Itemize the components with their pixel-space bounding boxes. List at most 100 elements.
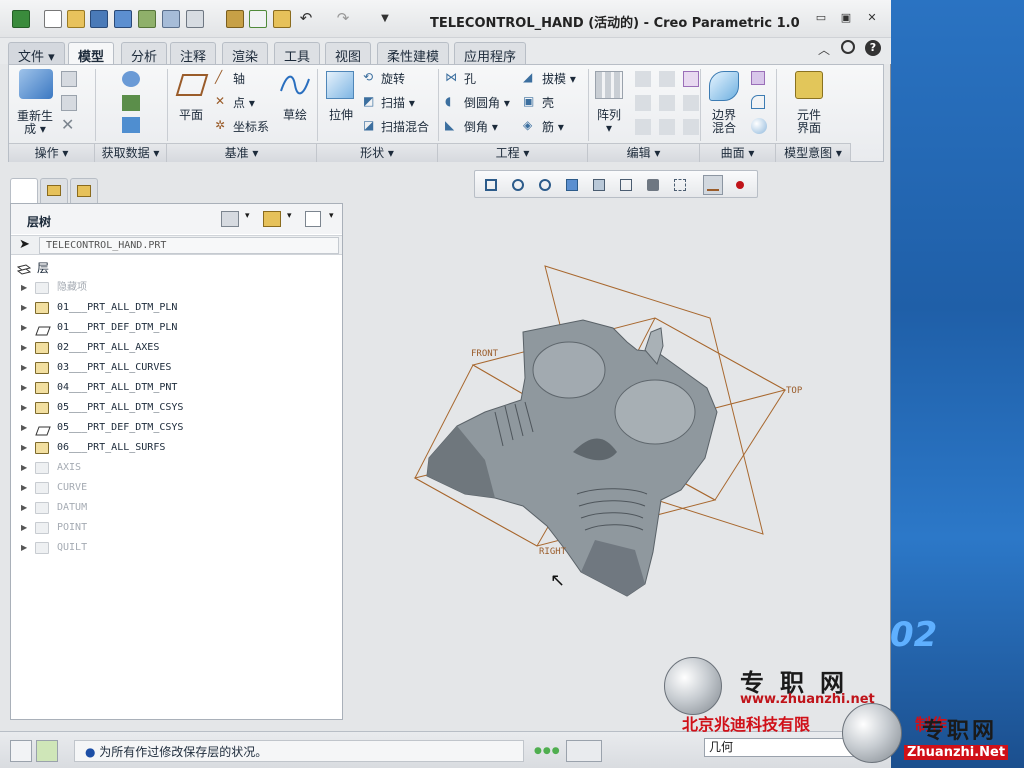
delete-icon[interactable]: ✕	[61, 117, 77, 133]
model-tree-tab-icon[interactable]	[10, 178, 38, 204]
style-icon[interactable]	[751, 118, 767, 134]
tree-row[interactable]: ▶ 01___PRT_DEF_DTM_PLN	[11, 318, 342, 338]
tree-row[interactable]: ▶ 03___PRT_ALL_CURVES	[11, 358, 342, 378]
sweep-label[interactable]: 扫描 ▾	[381, 94, 415, 111]
sweep-icon[interactable]: ◩	[363, 94, 374, 108]
boundary-blend-icon[interactable]	[709, 71, 739, 101]
spin-center-icon[interactable]	[730, 175, 750, 195]
pattern-label[interactable]: 阵列 ▾	[589, 109, 629, 135]
revolve-label[interactable]: 旋转	[381, 70, 405, 87]
extrude-icon[interactable]	[326, 71, 354, 99]
expand-arrow-icon[interactable]: ▶	[21, 538, 27, 558]
boundary-blend-label[interactable]: 边界 混合	[703, 109, 745, 135]
tree-row[interactable]: ▶ 02___PRT_ALL_AXES	[11, 338, 342, 358]
copy-icon[interactable]	[61, 71, 77, 87]
edit-icon[interactable]	[226, 10, 244, 28]
swept-blend-label[interactable]: 扫描混合	[381, 118, 429, 135]
expand-arrow-icon[interactable]: ▶	[21, 338, 27, 358]
repaint-icon[interactable]	[562, 175, 582, 195]
minimize-button[interactable]: ▭	[814, 12, 828, 24]
tab-flexible-modeling[interactable]: 柔性建模	[377, 42, 450, 65]
tab-applications[interactable]: 应用程序	[454, 42, 527, 65]
navigator-toggle-icon[interactable]	[10, 740, 32, 762]
datum-display-icon[interactable]	[703, 175, 723, 195]
chevron-down-icon[interactable]: ▾	[329, 211, 334, 221]
tab-view[interactable]: 视图	[325, 42, 372, 65]
graphics-window[interactable]: FRONT TOP RIGHT ↖	[345, 200, 889, 730]
refit-icon[interactable]	[481, 175, 501, 195]
group-datum[interactable]: 基准 ▾	[167, 143, 317, 162]
merge-icon[interactable]	[683, 71, 699, 87]
expand-arrow-icon[interactable]: ▶	[21, 478, 27, 498]
project-icon[interactable]	[683, 119, 699, 135]
group-surfaces[interactable]: 曲面 ▾	[700, 143, 776, 162]
selection-tool-icon[interactable]	[566, 740, 602, 762]
tab-tools[interactable]: 工具	[274, 42, 321, 65]
regenerate-big-icon[interactable]	[19, 69, 53, 99]
group-engineering[interactable]: 工程 ▾	[438, 143, 588, 162]
tree-row[interactable]: ▶ CURVE	[11, 478, 342, 498]
top-datum-label[interactable]: TOP	[786, 386, 802, 396]
intersect-icon[interactable]	[683, 95, 699, 111]
undo-icon[interactable]: ↶	[297, 10, 315, 28]
zoom-in-icon[interactable]	[508, 175, 528, 195]
axis-icon[interactable]: ╱	[215, 70, 222, 84]
sketch-label[interactable]: 草绘	[273, 109, 317, 122]
expand-arrow-icon[interactable]: ▶	[21, 378, 27, 398]
open-folder-icon[interactable]	[67, 10, 85, 28]
layer-menu-icon[interactable]	[221, 211, 239, 227]
revolve-icon[interactable]: ⟲	[363, 70, 373, 84]
chevron-down-icon[interactable]: ▾	[245, 211, 250, 221]
expand-arrow-icon[interactable]: ▶	[21, 398, 27, 418]
save-copy-icon[interactable]	[114, 10, 132, 28]
freestyle-icon[interactable]	[751, 71, 765, 85]
maximize-button[interactable]: ▣	[839, 12, 853, 24]
hole-label[interactable]: 孔	[464, 70, 476, 87]
chamfer-label[interactable]: 倒角 ▾	[464, 118, 498, 135]
expand-arrow-icon[interactable]: ▶	[21, 358, 27, 378]
tab-analysis[interactable]: 分析	[121, 42, 168, 65]
saved-views-icon[interactable]	[616, 175, 636, 195]
customize-dropdown-icon[interactable]: ▼	[376, 10, 394, 28]
shell-label[interactable]: 壳	[542, 94, 554, 111]
display-style-icon[interactable]	[589, 175, 609, 195]
chevron-down-icon[interactable]: ▾	[287, 211, 292, 221]
tab-annotate[interactable]: 注释	[170, 42, 217, 65]
new-file-icon[interactable]	[44, 10, 62, 28]
tab-model[interactable]: 模型	[68, 42, 115, 65]
help-icon[interactable]: ?	[865, 40, 881, 56]
tab-render[interactable]: 渲染	[222, 42, 269, 65]
draft-label[interactable]: 拔模 ▾	[542, 70, 576, 87]
window-dropdown-icon[interactable]	[186, 10, 204, 28]
shell-icon[interactable]: ▣	[523, 94, 534, 108]
close-button[interactable]: ✕	[865, 12, 879, 24]
right-datum-label[interactable]: RIGHT	[539, 547, 566, 557]
solidify-icon[interactable]	[659, 119, 675, 135]
model-viewport[interactable]	[345, 200, 889, 730]
search-icon[interactable]	[841, 40, 855, 54]
mirror-icon[interactable]	[635, 71, 651, 87]
expand-arrow-icon[interactable]: ▶	[21, 418, 27, 438]
expand-arrow-icon[interactable]: ▶	[21, 518, 27, 538]
tree-root[interactable]: 层	[11, 258, 342, 278]
perspective-icon[interactable]	[670, 175, 690, 195]
redo-icon[interactable]: ↷	[334, 10, 352, 28]
csys-icon[interactable]: ✲	[215, 118, 225, 132]
tree-row[interactable]: ▶ POINT	[11, 518, 342, 538]
folder-browser-tab-icon[interactable]	[40, 178, 68, 204]
tree-row[interactable]: ▶ DATUM	[11, 498, 342, 518]
copy-geometry-icon[interactable]	[122, 95, 140, 111]
regenerate-icon[interactable]	[138, 10, 156, 28]
group-operations[interactable]: 操作 ▾	[9, 143, 95, 162]
component-interface-label[interactable]: 元件 界面	[785, 109, 833, 135]
browser-toggle-icon[interactable]	[36, 740, 58, 762]
tree-row[interactable]: ▶ 06___PRT_ALL_SURFS	[11, 438, 342, 458]
view-manager-icon[interactable]	[643, 175, 663, 195]
expand-arrow-icon[interactable]: ▶	[21, 278, 27, 298]
offset-icon[interactable]	[659, 95, 675, 111]
point-label[interactable]: 点 ▾	[233, 94, 255, 111]
expand-arrow-icon[interactable]: ▶	[21, 498, 27, 518]
swept-blend-icon[interactable]: ◪	[363, 118, 374, 132]
tree-row[interactable]: ▶ AXIS	[11, 458, 342, 478]
expand-arrow-icon[interactable]: ▶	[21, 438, 27, 458]
